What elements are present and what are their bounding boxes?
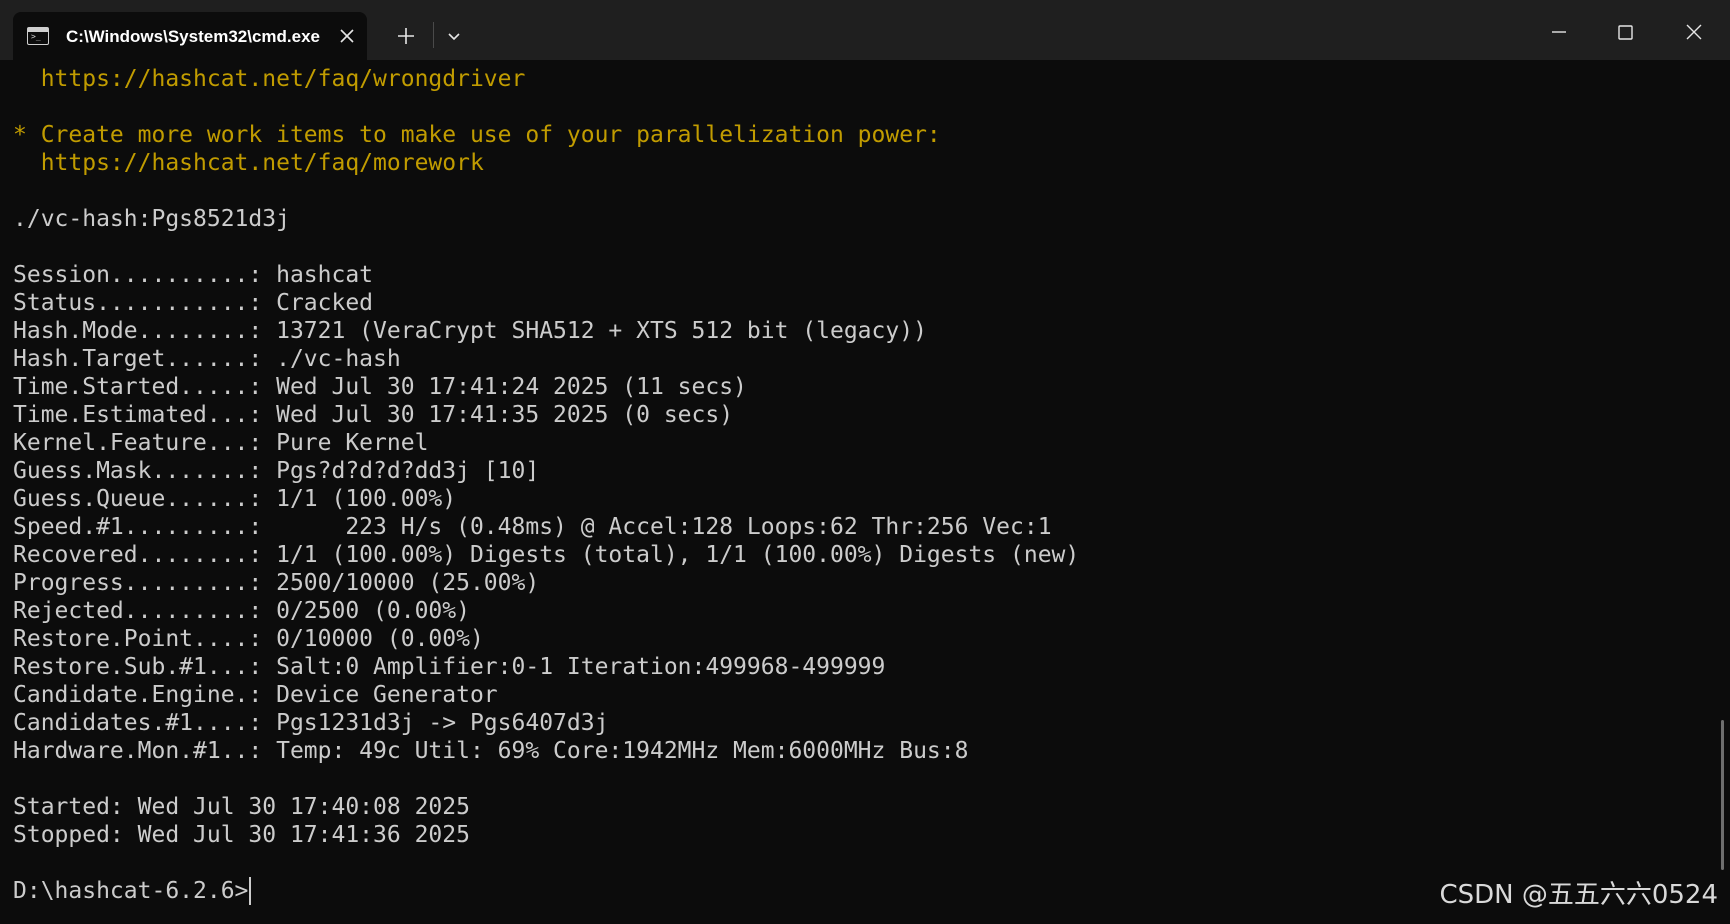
terminal-line: https://hashcat.net/faq/wrongdriver	[13, 66, 526, 92]
terminal-line: Hardware.Mon.#1..: Temp: 49c Util: 69% C…	[13, 738, 969, 764]
terminal-line: Restore.Point....: 0/10000 (0.00%)	[13, 626, 484, 652]
terminal-line: https://hashcat.net/faq/morework	[13, 150, 484, 176]
terminal-lines: https://hashcat.net/faq/wrongdriver * Cre…	[13, 65, 1079, 905]
scrollbar-thumb[interactable]	[1721, 720, 1724, 870]
terminal-line: Recovered........: 1/1 (100.00%) Digests…	[13, 542, 1080, 568]
terminal-tab[interactable]: >_ C:\Windows\System32\cmd.exe	[13, 12, 367, 60]
terminal-line: Speed.#1.........: 223 H/s (0.48ms) @ Ac…	[13, 514, 1052, 540]
terminal-line: Hash.Target......: ./vc-hash	[13, 346, 401, 372]
terminal-line: Session..........: hashcat	[13, 262, 374, 288]
terminal-line: Guess.Mask.......: Pgs?d?d?d?dd3j [10]	[13, 458, 540, 484]
close-icon[interactable]	[1671, 12, 1717, 52]
terminal-window: >_ C:\Windows\System32\cmd.exe https://h…	[0, 0, 1730, 924]
minimize-icon[interactable]	[1536, 12, 1582, 52]
command-prompt: D:\hashcat-6.2.6>	[13, 878, 249, 904]
terminal-line: Time.Started.....: Wed Jul 30 17:41:24 2…	[13, 374, 747, 400]
tab-divider	[433, 22, 434, 48]
terminal-line: Started: Wed Jul 30 17:40:08 2025	[13, 794, 470, 820]
terminal-line: Stopped: Wed Jul 30 17:41:36 2025	[13, 822, 470, 848]
cmd-terminal-icon: >_	[27, 27, 49, 45]
terminal-line: Rejected.........: 0/2500 (0.00%)	[13, 598, 470, 624]
terminal-line: Hash.Mode........: 13721 (VeraCrypt SHA5…	[13, 318, 927, 344]
tab-title: C:\Windows\System32\cmd.exe	[66, 27, 320, 46]
terminal-line: Candidates.#1....: Pgs1231d3j -> Pgs6407…	[13, 710, 609, 736]
command-prompt-line[interactable]: D:\hashcat-6.2.6>	[13, 877, 1079, 905]
text-cursor	[249, 877, 252, 905]
terminal-line: Guess.Queue......: 1/1 (100.00%)	[13, 486, 457, 512]
chevron-down-icon[interactable]	[440, 22, 468, 50]
terminal-line: Restore.Sub.#1...: Salt:0 Amplifier:0-1 …	[13, 654, 886, 680]
terminal-line: * Create more work items to make use of …	[13, 122, 941, 148]
scrollbar[interactable]	[1716, 60, 1730, 924]
terminal-line: ./vc-hash:Pgs8521d3j	[13, 206, 290, 232]
plus-icon[interactable]	[392, 22, 420, 50]
maximize-icon[interactable]	[1602, 12, 1648, 52]
close-icon[interactable]	[335, 24, 359, 48]
terminal-line: Status...........: Cracked	[13, 290, 374, 316]
terminal-line: Candidate.Engine.: Device Generator	[13, 682, 498, 708]
terminal-line: Progress.........: 2500/10000 (25.00%)	[13, 570, 540, 596]
title-bar[interactable]: >_ C:\Windows\System32\cmd.exe	[0, 0, 1730, 60]
terminal-line: Time.Estimated...: Wed Jul 30 17:41:35 2…	[13, 402, 734, 428]
terminal-output[interactable]: https://hashcat.net/faq/wrongdriver * Cre…	[0, 60, 1716, 924]
terminal-line: Kernel.Feature...: Pure Kernel	[13, 430, 429, 456]
watermark: CSDN @五五六六0524	[1439, 880, 1718, 910]
